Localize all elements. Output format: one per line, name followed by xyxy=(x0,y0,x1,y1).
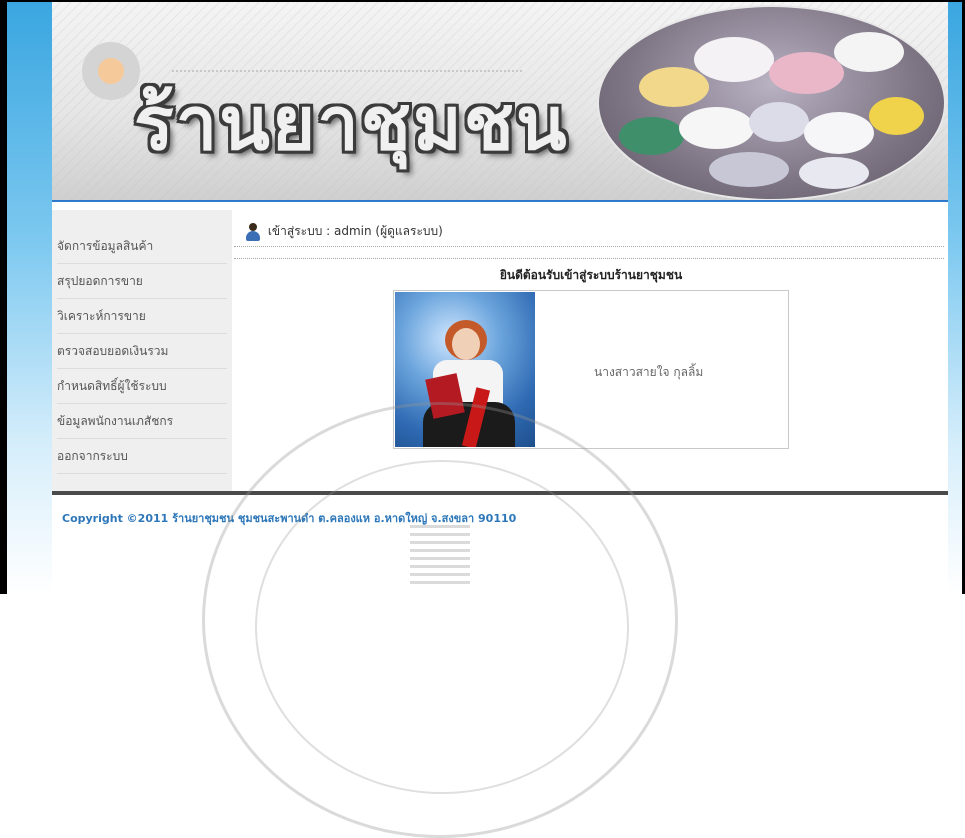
main-content: เข้าสู่ระบบ : admin (ผู้ดูแลระบบ) ยินดีต… xyxy=(234,210,948,492)
sidebar-item-check-total[interactable]: ตรวจสอบยอดเงินรวม xyxy=(57,335,227,369)
profile-photo xyxy=(395,292,535,447)
divider xyxy=(234,258,944,259)
profile-card: นางสาวสายใจ กุลลิ้ม xyxy=(393,290,789,449)
user-icon xyxy=(244,222,262,241)
window-frame-left xyxy=(0,0,7,594)
site-title: ร้านยาชุมชน xyxy=(134,81,569,167)
sidebar-item-sales-summary[interactable]: สรุปยอดการขาย xyxy=(57,265,227,299)
welcome-heading: ยินดีต้อนรับเข้าสู่ระบบร้านยาชุมชน xyxy=(499,268,683,282)
divider xyxy=(234,246,944,247)
header-accent-bar xyxy=(52,200,948,202)
footer: Copyright ©2011 ร้านยาชุมชน ชุมชนสะพานดำ… xyxy=(52,495,948,594)
pills-image xyxy=(597,5,946,201)
profile-name: นางสาวสายใจ กุลลิ้ม xyxy=(594,365,704,379)
sidebar-item-logout[interactable]: ออกจากระบบ xyxy=(57,440,227,474)
copyright-text: Copyright ©2011 ร้านยาชุมชน ชุมชนสะพานดำ… xyxy=(62,512,517,525)
sidebar-item-manage-products[interactable]: จัดการข้อมูลสินค้า xyxy=(57,230,227,264)
page-container: ร้านยาชุมชน จัดการข้อมูลสินค้า สรุปยอดกา… xyxy=(52,2,948,838)
sidebar-item-sales-analysis[interactable]: วิเคราะห์การขาย xyxy=(57,300,227,334)
login-status-text: เข้าสู่ระบบ : admin (ผู้ดูแลระบบ) xyxy=(267,224,443,238)
sidebar-item-pharmacist-staff[interactable]: ข้อมูลพนักงานเภสัชกร xyxy=(57,405,227,439)
page-background-left xyxy=(7,2,52,594)
sidebar-menu: จัดการข้อมูลสินค้า สรุปยอดการขาย วิเคราะ… xyxy=(52,210,232,492)
login-status: เข้าสู่ระบบ : admin (ผู้ดูแลระบบ) xyxy=(244,222,443,241)
header-banner: ร้านยาชุมชน xyxy=(52,2,948,202)
sidebar-item-user-permissions[interactable]: กำหนดสิทธิ์ผู้ใช้ระบบ xyxy=(57,370,227,404)
decorative-circle xyxy=(82,42,140,100)
page-background-right xyxy=(948,2,962,594)
